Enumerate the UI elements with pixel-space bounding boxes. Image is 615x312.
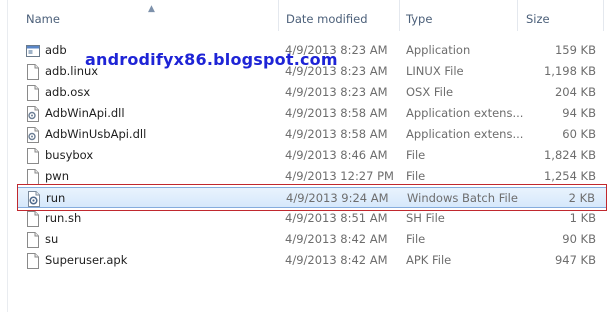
file-size: 1,824 KB <box>543 148 596 162</box>
file-row[interactable]: Superuser.apk 4/9/2013 8:42 AM APK File 947… <box>17 250 607 271</box>
file-date-modified: 4/9/2013 8:42 AM <box>285 232 388 246</box>
column-header-size[interactable]: Size <box>526 7 550 31</box>
file-type: Application extens... <box>406 106 524 120</box>
file-date-modified: 4/9/2013 8:51 AM <box>285 211 388 225</box>
file-row-selected[interactable]: run 4/9/2013 9:24 AM Windows Batch File 2 K… <box>17 187 607 208</box>
file-type: OSX File <box>406 85 454 99</box>
file-icon <box>26 211 40 227</box>
application-icon <box>26 43 40 59</box>
file-size: 1,254 KB <box>543 169 596 183</box>
file-date-modified: 4/9/2013 8:58 AM <box>285 127 388 141</box>
file-type: File <box>406 148 426 162</box>
file-name: run <box>46 191 66 205</box>
file-type: Application <box>406 43 471 57</box>
sort-ascending-icon[interactable]: ▲ <box>148 5 155 14</box>
column-divider[interactable] <box>278 0 279 31</box>
file-size: 94 KB <box>562 106 596 120</box>
watermark-text: androdifyx86.blogspot.com <box>85 50 338 69</box>
file-icon <box>26 169 40 185</box>
column-header-date[interactable]: Date modified <box>286 7 368 31</box>
file-icon <box>26 232 40 248</box>
file-size: 159 KB <box>554 43 596 57</box>
file-name: pwn <box>45 169 69 183</box>
column-header-name[interactable]: Name <box>26 7 60 31</box>
file-name: busybox <box>45 148 94 162</box>
file-type: File <box>406 169 426 183</box>
file-date-modified: 4/9/2013 8:23 AM <box>285 85 388 99</box>
column-divider[interactable] <box>603 0 604 31</box>
file-name: run.sh <box>45 211 82 225</box>
batch-icon <box>27 191 41 207</box>
file-row[interactable]: AdbWinApi.dll 4/9/2013 8:58 AM Application… <box>17 103 607 124</box>
file-name: adb <box>45 43 67 57</box>
file-icon <box>26 85 40 101</box>
file-icon <box>26 253 40 269</box>
file-name: AdbWinUsbApi.dll <box>45 127 147 141</box>
dll-icon <box>26 127 40 143</box>
column-divider[interactable] <box>517 0 518 31</box>
file-row[interactable]: AdbWinUsbApi.dll 4/9/2013 8:58 AM Applicat… <box>17 124 607 145</box>
dll-icon <box>26 106 40 122</box>
file-type: APK File <box>406 253 452 267</box>
file-type: Windows Batch File <box>407 191 518 205</box>
file-size: 1,198 KB <box>543 64 596 78</box>
file-size: 90 KB <box>562 232 596 246</box>
file-type: Application extens... <box>406 127 524 141</box>
file-date-modified: 4/9/2013 8:46 AM <box>285 148 388 162</box>
file-date-modified: 4/9/2013 8:58 AM <box>285 106 388 120</box>
file-row[interactable]: run.sh 4/9/2013 8:51 AM SH File 1 KB <box>17 208 607 229</box>
file-name: Superuser.apk <box>45 253 128 267</box>
file-size: 1 KB <box>569 211 596 225</box>
column-divider[interactable] <box>399 0 400 31</box>
file-row[interactable]: adb.osx 4/9/2013 8:23 AM OSX File 204 KB <box>17 82 607 103</box>
file-row[interactable]: su 4/9/2013 8:42 AM File 90 KB <box>17 229 607 250</box>
file-date-modified: 4/9/2013 12:27 PM <box>285 169 394 183</box>
file-date-modified: 4/9/2013 9:24 AM <box>286 191 389 205</box>
file-type: File <box>406 232 426 246</box>
file-type: LINUX File <box>406 64 464 78</box>
file-type: SH File <box>406 211 445 225</box>
file-name: AdbWinApi.dll <box>45 106 125 120</box>
file-icon <box>26 148 40 164</box>
file-row[interactable]: pwn 4/9/2013 12:27 PM File 1,254 KB <box>17 166 607 187</box>
file-row[interactable]: busybox 4/9/2013 8:46 AM File 1,824 KB <box>17 145 607 166</box>
column-header-type[interactable]: Type <box>406 7 432 31</box>
file-size: 60 KB <box>562 127 596 141</box>
file-name: su <box>45 232 59 246</box>
file-icon <box>26 64 40 80</box>
left-pane-edge <box>0 0 8 312</box>
file-size: 947 KB <box>554 253 596 267</box>
file-name: adb.osx <box>45 85 91 99</box>
column-header-bar: ▲ Name Date modified Type Size <box>7 0 615 31</box>
file-date-modified: 4/9/2013 8:42 AM <box>285 253 388 267</box>
file-size: 2 KB <box>568 191 595 205</box>
file-size: 204 KB <box>554 85 596 99</box>
